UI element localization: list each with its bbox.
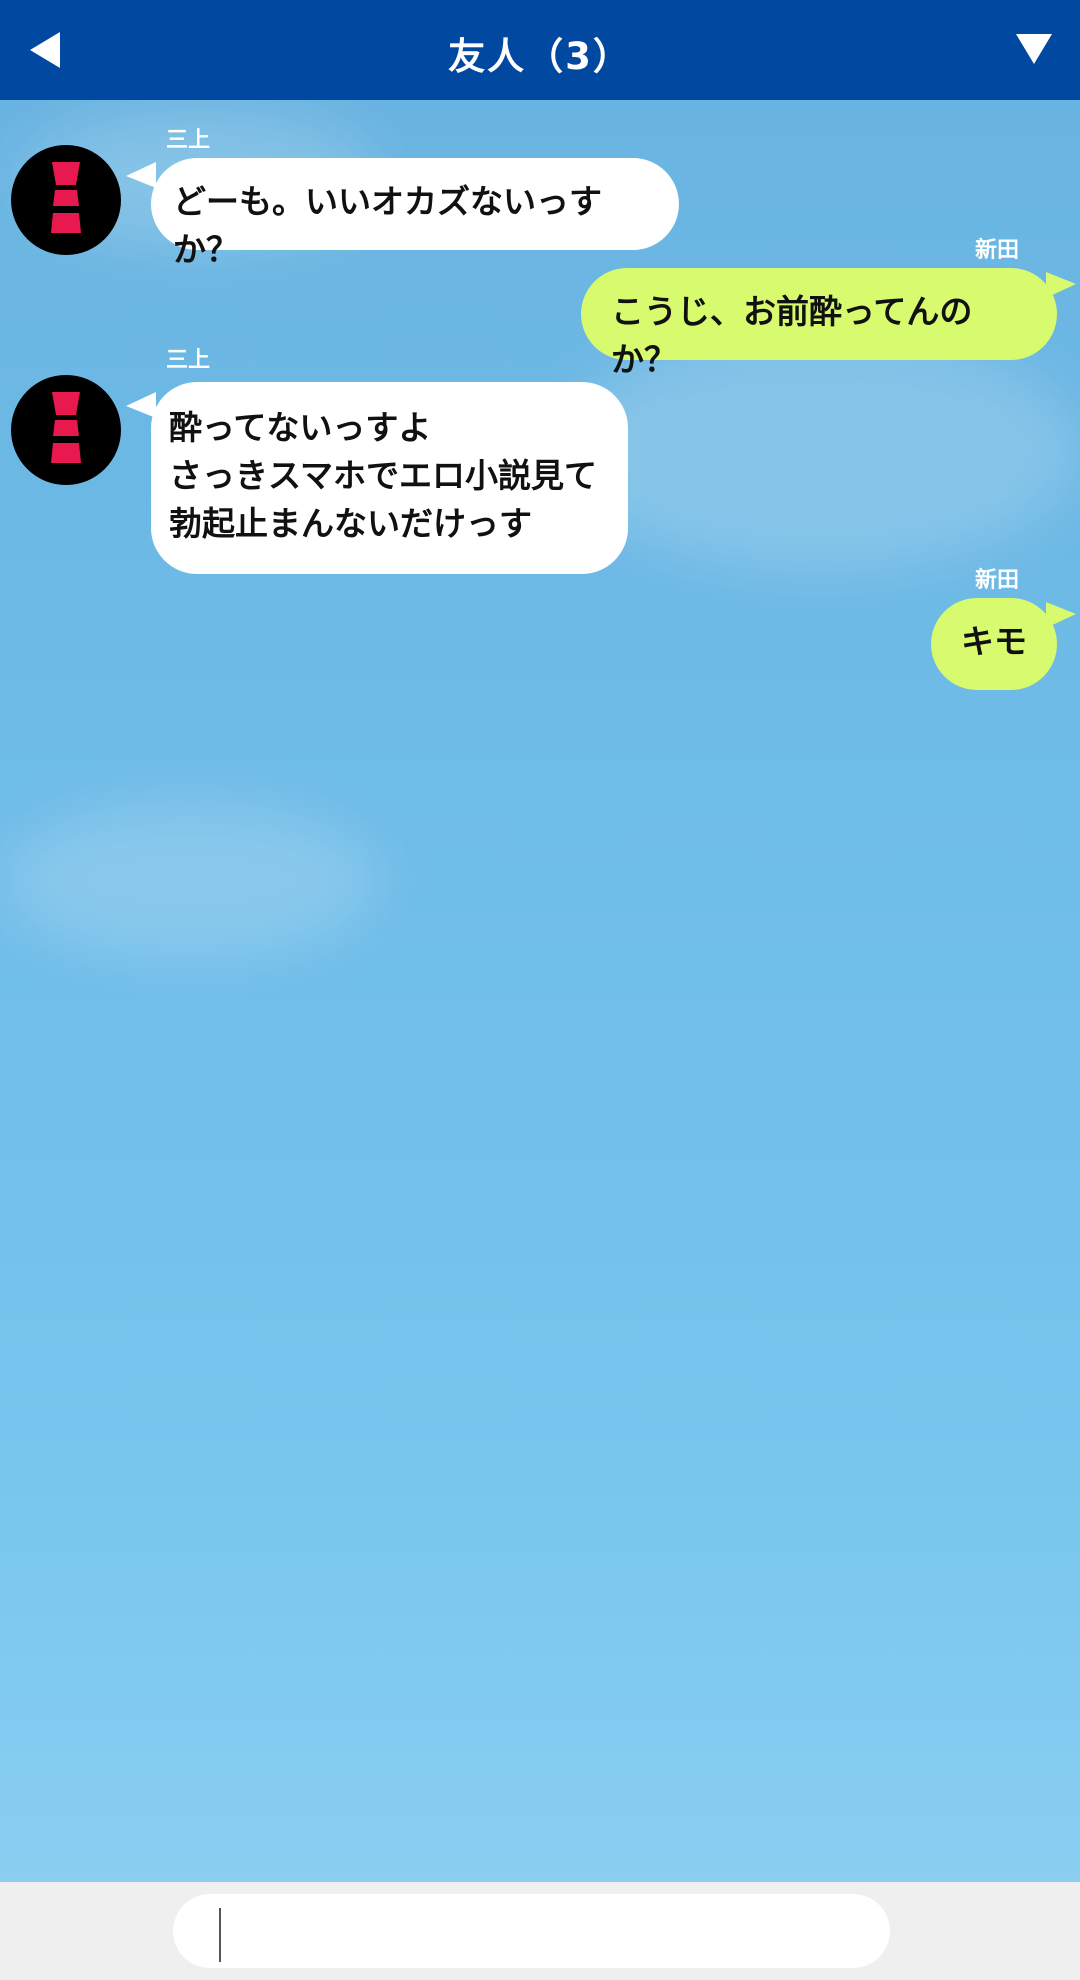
message-bubble-outgoing[interactable]: キモ <box>931 598 1057 690</box>
chat-header: 友人（3） <box>0 0 1080 100</box>
bubble-tail <box>126 162 156 188</box>
bubble-tail <box>126 392 156 418</box>
avatar[interactable] <box>11 145 121 255</box>
avatar-logo-icon <box>51 162 81 233</box>
chat-title: 友人（3） <box>448 35 632 78</box>
message-bubble-incoming[interactable]: どーも。いいオカズないっすか？ <box>151 158 679 269</box>
message-input[interactable] <box>173 1894 890 1968</box>
sender-name: 新田 <box>975 568 1020 593</box>
cloud <box>0 800 380 960</box>
avatar[interactable] <box>11 375 121 485</box>
chat-screen: 友人（3） 三上 どーも。いいオカズないっすか？ 新田 こうじ、お前酔ってんのか… <box>0 0 1080 1980</box>
sender-name: 三上 <box>166 348 211 373</box>
input-bar <box>0 1882 1080 1980</box>
sender-name: 三上 <box>166 128 211 153</box>
avatar-logo-icon <box>51 392 81 463</box>
message-bubble-outgoing[interactable]: こうじ、お前酔ってんのか？ <box>581 268 1057 379</box>
sender-name: 新田 <box>975 238 1020 263</box>
message-bubble-incoming[interactable]: 酔ってないっすよ さっきスマホでエロ小説見て 勃起止まんないだけっす <box>151 382 628 574</box>
text-caret <box>219 1908 221 1962</box>
menu-down-icon[interactable] <box>1014 34 1054 70</box>
